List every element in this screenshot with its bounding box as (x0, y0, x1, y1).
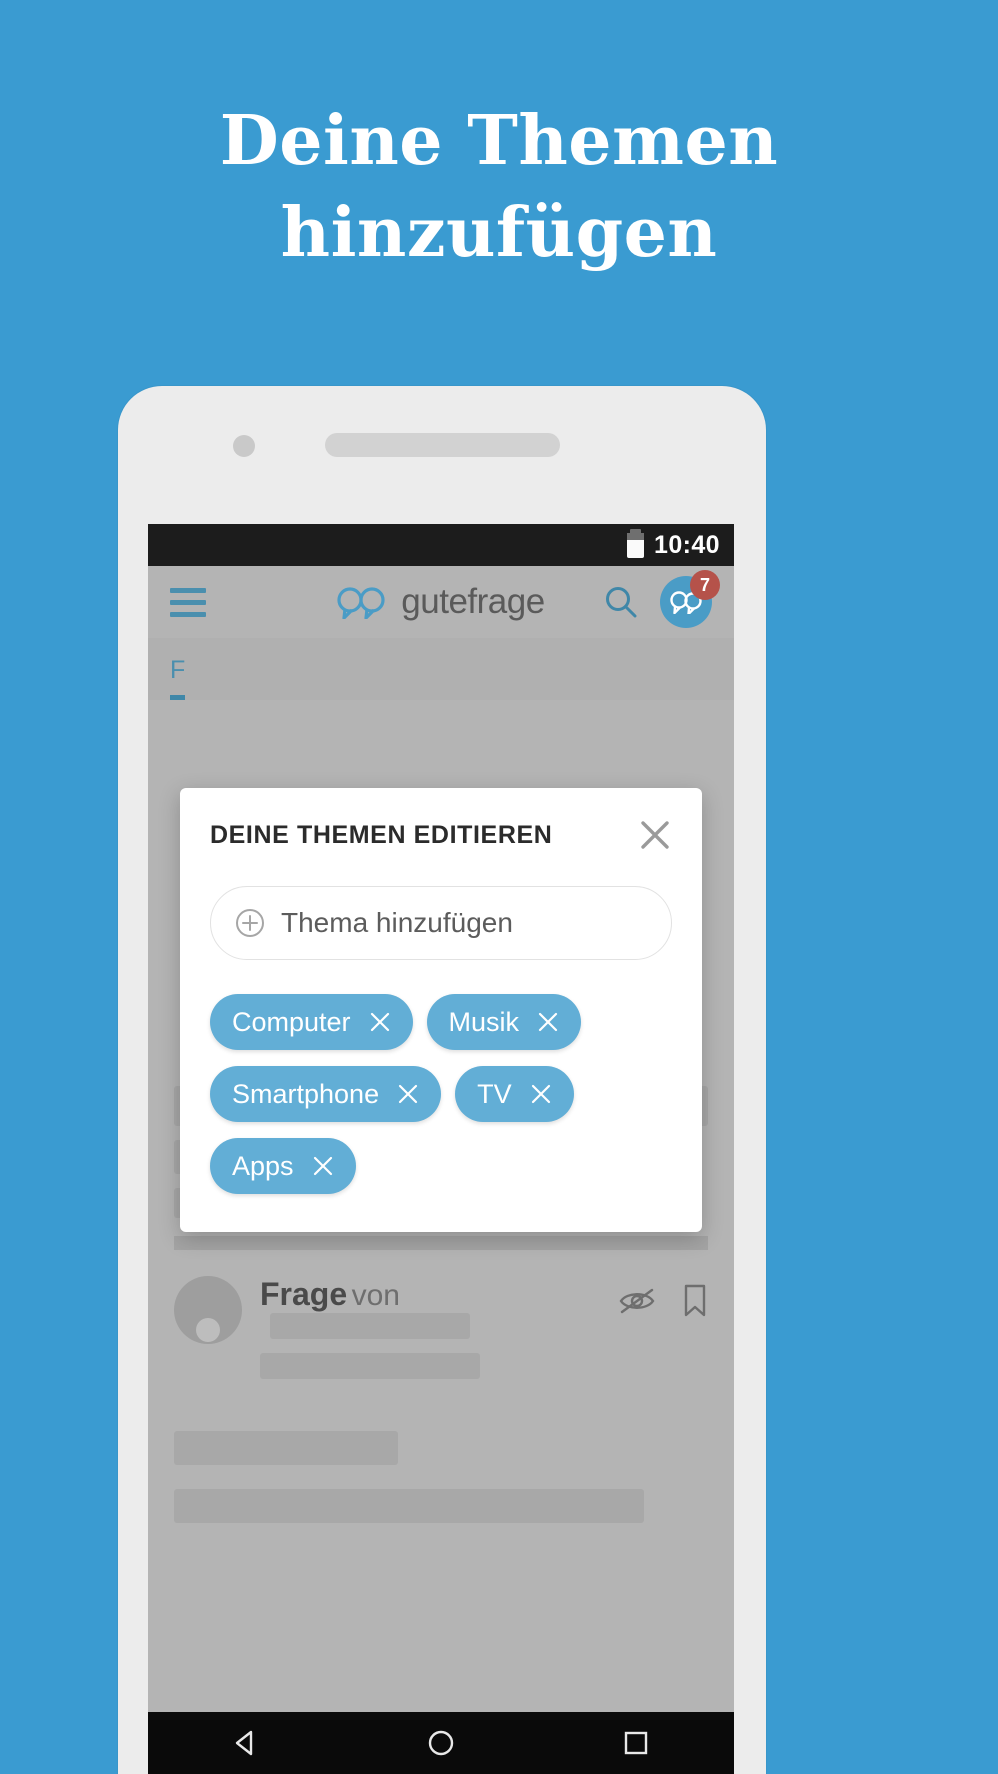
eye-off-icon[interactable] (618, 1287, 656, 1315)
topic-chip-label: Apps (232, 1150, 294, 1181)
phone-screen: 10:40 gutefrage 7 F Frage von DEINE THEM… (148, 524, 734, 1774)
question-actions (618, 1276, 708, 1318)
back-triangle-icon[interactable] (231, 1728, 261, 1758)
question-by-label: von (351, 1279, 400, 1312)
headline-line-2: hinzufügen (280, 192, 718, 273)
brand-name: gutefrage (401, 582, 545, 621)
topic-chips-list: Computer Musik Smartphone TV Apps (210, 994, 672, 1194)
avatar (174, 1276, 242, 1344)
topic-chip[interactable]: Musik (426, 994, 582, 1050)
close-icon[interactable] (530, 1083, 552, 1105)
skeleton-line (260, 1353, 480, 1379)
question-row[interactable]: Frage von (148, 1250, 734, 1405)
topic-chip-label: Musik (448, 1006, 520, 1037)
topic-chip[interactable]: TV (455, 1066, 574, 1122)
close-icon[interactable] (638, 818, 672, 852)
close-icon[interactable] (537, 1011, 559, 1033)
skeleton-line (270, 1313, 470, 1339)
phone-speaker-grille (325, 433, 560, 457)
add-topic-input[interactable]: Thema hinzufügen (210, 886, 672, 960)
modal-title: DEINE THEMEN EDITIEREN (210, 820, 553, 849)
feed-skeleton-bottom (148, 1405, 734, 1523)
speech-bubbles-icon (337, 587, 385, 619)
headline-line-1: Deine Themen (219, 101, 779, 181)
recents-square-icon[interactable] (621, 1728, 651, 1758)
question-label: Frage (260, 1276, 348, 1312)
android-nav-bar (148, 1712, 734, 1774)
promo-headline: Deine Themen hinzufügen (0, 96, 998, 280)
app-tabs: F (148, 638, 734, 700)
plus-circle-icon (236, 909, 264, 937)
close-icon[interactable] (397, 1083, 419, 1105)
bookmark-icon[interactable] (682, 1284, 708, 1318)
status-bar-clock: 10:40 (654, 530, 720, 559)
home-circle-icon[interactable] (426, 1728, 456, 1758)
topic-chip[interactable]: Apps (210, 1138, 356, 1194)
app-header-actions: 7 (604, 570, 720, 628)
battery-icon (627, 528, 645, 558)
add-topic-placeholder: Thema hinzufügen (281, 907, 513, 938)
topic-chip-label: TV (477, 1078, 512, 1109)
app-background: gutefrage 7 F Frage von DEINE THEMEN EDI… (148, 566, 734, 1708)
edit-topics-modal: DEINE THEMEN EDITIEREN Thema hinzufügen … (180, 788, 702, 1232)
skeleton-line (174, 1431, 399, 1465)
topic-chip-label: Computer (232, 1006, 351, 1037)
app-header: gutefrage 7 (148, 566, 734, 638)
topic-chip[interactable]: Computer (210, 994, 413, 1050)
close-icon[interactable] (369, 1011, 391, 1033)
phone-camera (233, 435, 255, 457)
notification-badge: 7 (690, 570, 720, 600)
modal-header: DEINE THEMEN EDITIEREN (210, 818, 672, 852)
tab-feed[interactable]: F (170, 656, 186, 700)
feed-divider (174, 1236, 708, 1250)
notifications-icon[interactable]: 7 (660, 570, 720, 628)
skeleton-line (174, 1489, 644, 1523)
search-icon[interactable] (604, 585, 638, 619)
close-icon[interactable] (312, 1155, 334, 1177)
hamburger-menu-icon[interactable] (170, 587, 206, 617)
topic-chip-label: Smartphone (232, 1078, 380, 1109)
status-bar: 10:40 (148, 524, 734, 566)
topic-chip[interactable]: Smartphone (210, 1066, 442, 1122)
